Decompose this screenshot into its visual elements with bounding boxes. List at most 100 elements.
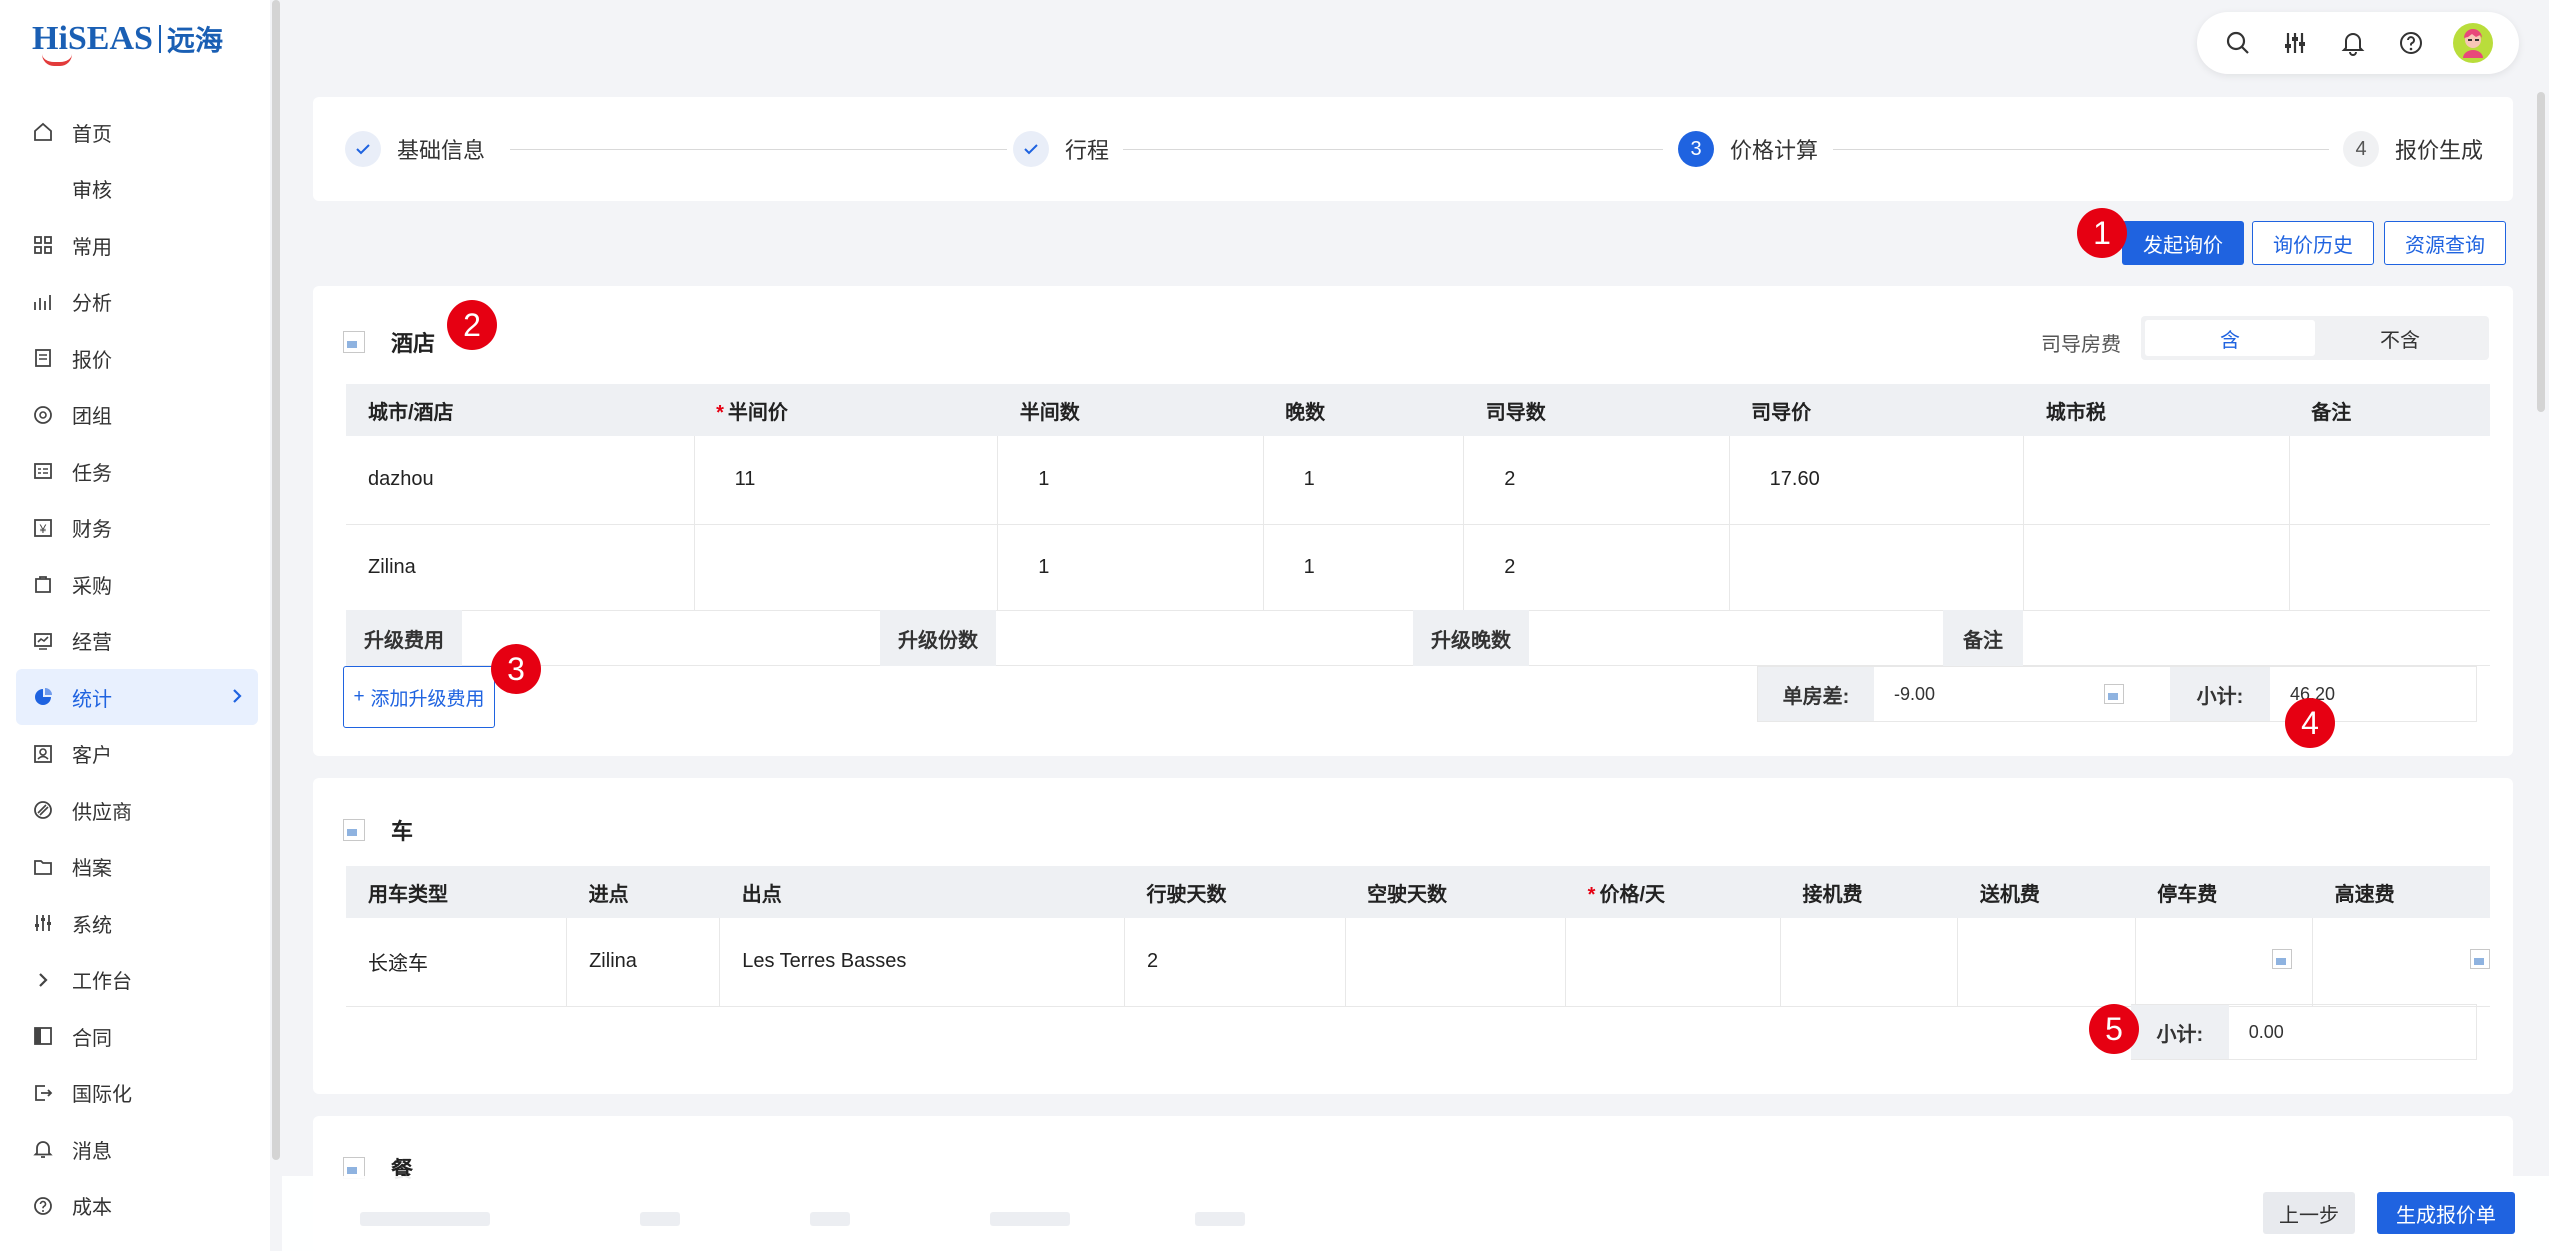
step-quote-gen[interactable]: 4 报价生成 (2343, 131, 2483, 167)
sidebar-item-9[interactable]: 经营 (16, 613, 258, 669)
sidebar-item-12[interactable]: 供应商 (16, 782, 258, 838)
hotel-input-cell[interactable] (2289, 524, 2490, 611)
car-cell[interactable] (1565, 918, 1782, 1007)
driver-room-label: 司导房费 (2041, 334, 2121, 356)
sidebar-item-4[interactable]: 报价 (16, 330, 258, 386)
grid-icon (32, 234, 54, 256)
sidebar-item-label: 合同 (72, 1027, 112, 1050)
sidebar-item-0[interactable]: 首页 (16, 104, 258, 160)
required-mark: * (1587, 883, 1596, 906)
hotel-col-header: 半间数 (997, 384, 1264, 436)
sidebar-item-label: 任务 (72, 462, 112, 485)
sidebar-item-label: 审核 (72, 180, 112, 202)
hotel-input-cell[interactable] (694, 524, 999, 611)
sidebar-item-7[interactable]: ¥ 财务 (16, 500, 258, 556)
sidebar-item-8[interactable]: 采购 (16, 556, 258, 612)
hotel-input-cell[interactable]: 1 (1263, 524, 1465, 611)
hotel-input-cell[interactable]: 1 (1263, 436, 1465, 525)
home-icon (32, 121, 54, 143)
progress-steps: 基础信息 行程 3 价格计算 4 报价生成 (313, 97, 2513, 201)
sidebar-item-10[interactable]: 统计 (16, 669, 258, 725)
car-cell[interactable] (2312, 918, 2490, 1007)
exclude-option[interactable]: 不含 (2315, 320, 2485, 356)
sidebar-item-11[interactable]: 客户 (16, 726, 258, 782)
hotel-input-cell[interactable] (2289, 436, 2490, 525)
car-cell[interactable] (2135, 918, 2314, 1007)
sidebar-scrollbar[interactable] (272, 0, 280, 1160)
hotel-summary-row: 单房差: -9.00 小计: 46.20 (1757, 666, 2477, 722)
include-option[interactable]: 含 (2145, 320, 2315, 356)
sidebar-item-label: 客户 (72, 745, 112, 767)
hotel-col-header: 城市/酒店 (346, 384, 695, 436)
table-row: Zilina 1 1 2 (346, 524, 2490, 611)
sidebar-item-1[interactable]: 审核 (16, 161, 258, 217)
step-price-calc[interactable]: 3 价格计算 (1678, 131, 1818, 167)
car-title: 车 (343, 814, 413, 846)
hotel-col-header: 司导数 (1463, 384, 1730, 436)
sidebar-item-17[interactable]: 国际化 (16, 1065, 258, 1121)
sidebar-item-19[interactable]: 成本 (16, 1178, 258, 1234)
search-icon[interactable] (2223, 28, 2253, 58)
car-cell[interactable]: 2 (1124, 918, 1346, 1007)
logo: HiSEAS 远海 (32, 18, 223, 66)
sidebar-item-16[interactable]: 合同 (16, 1008, 258, 1064)
stats-icon (32, 686, 54, 708)
sidebar-item-15[interactable]: 工作台 (16, 952, 258, 1008)
hotel-input-cell[interactable] (2023, 436, 2290, 525)
sidebar-item-6[interactable]: 任务 (16, 443, 258, 499)
sidebar-item-3[interactable]: 分析 (16, 274, 258, 330)
car-col-header: 高速费 (2312, 866, 2490, 918)
hotel-col-header: 备注 (2289, 384, 2490, 436)
i18n-icon (32, 1082, 54, 1104)
step-itinerary[interactable]: 行程 (1013, 131, 1109, 167)
step-basic-info[interactable]: 基础信息 (345, 131, 485, 167)
generate-quote-button[interactable]: 生成报价单 (2377, 1192, 2515, 1234)
car-cell[interactable] (1957, 918, 2136, 1007)
bell-icon[interactable] (2338, 28, 2368, 58)
hotel-input-cell[interactable]: 17.60 (1729, 436, 2025, 525)
sidebar-item-14[interactable]: 系统 (16, 895, 258, 951)
page-scrollbar[interactable] (2537, 92, 2545, 412)
inquiry-history-button[interactable]: 询价历史 (2252, 221, 2374, 265)
inquiry-button[interactable]: 发起询价 (2122, 221, 2244, 265)
car-cell[interactable] (1345, 918, 1567, 1007)
add-upgrade-fee-button[interactable]: + 添加升级费用 (343, 666, 495, 728)
hotel-input-cell[interactable] (2023, 524, 2290, 611)
resource-query-button[interactable]: 资源查询 (2384, 221, 2506, 265)
car-section: 车 用车类型 进点 出点 行驶天数 空驶天数 * 价格/天 接机费 送机费 停车费 高速费 长途车 Z… (313, 778, 2513, 1094)
broken-image-icon (2272, 948, 2293, 969)
help-icon (32, 1195, 54, 1217)
sidebar-item-5[interactable]: 团组 (16, 387, 258, 443)
check-icon (1013, 131, 1049, 167)
hotel-col-header: * 半间价 (694, 384, 998, 436)
broken-image-icon (2104, 684, 2124, 704)
svg-text:¥: ¥ (39, 522, 47, 536)
settings-sliders-icon[interactable] (2280, 28, 2310, 58)
upgrade-row: 升级费用 升级份数 升级晚数 备注 (346, 610, 2490, 666)
hotel-input-cell[interactable]: 1 (997, 436, 1264, 525)
annotation-badge-3: 3 (491, 644, 541, 694)
sidebar-item-label: 采购 (72, 575, 112, 598)
sidebar-item-13[interactable]: 档案 (16, 839, 258, 895)
hotel-city-cell: dazhou (346, 436, 695, 525)
hotel-input-cell[interactable]: 2 (1463, 436, 1730, 525)
table-row: 长途车 Zilina Les Terres Basses 2 (346, 918, 2490, 1007)
sidebar-item-2[interactable]: 常用 (16, 217, 258, 273)
car-col-header: 送机费 (1957, 866, 2136, 918)
sidebar-item-18[interactable]: 消息 (16, 1121, 258, 1177)
hotel-input-cell[interactable]: 2 (1463, 524, 1730, 611)
hotel-input-cell[interactable] (1729, 524, 2025, 611)
footer-bar (282, 1176, 2549, 1251)
prev-step-button[interactable]: 上一步 (2263, 1192, 2355, 1234)
car-summary-row: 小计: 0.00 (2131, 1004, 2477, 1060)
avatar[interactable] (2453, 23, 2494, 63)
sidebar-item-label: 常用 (72, 236, 112, 259)
hotel-input-cell[interactable]: 1 (997, 524, 1264, 611)
car-col-header: 用车类型 (346, 866, 567, 918)
car-cell[interactable] (1780, 918, 1959, 1007)
driver-room-toggle: 含 不含 (2141, 316, 2489, 360)
sidebar: HiSEAS 远海 首页审核常用分析 报价 团组任务 ¥ 财务采购经营 统计客户供应商 档案… (0, 0, 270, 1251)
hotel-input-cell[interactable]: 11 (694, 436, 999, 525)
help-icon[interactable] (2396, 28, 2426, 58)
annotation-badge-4: 4 (2285, 698, 2335, 748)
